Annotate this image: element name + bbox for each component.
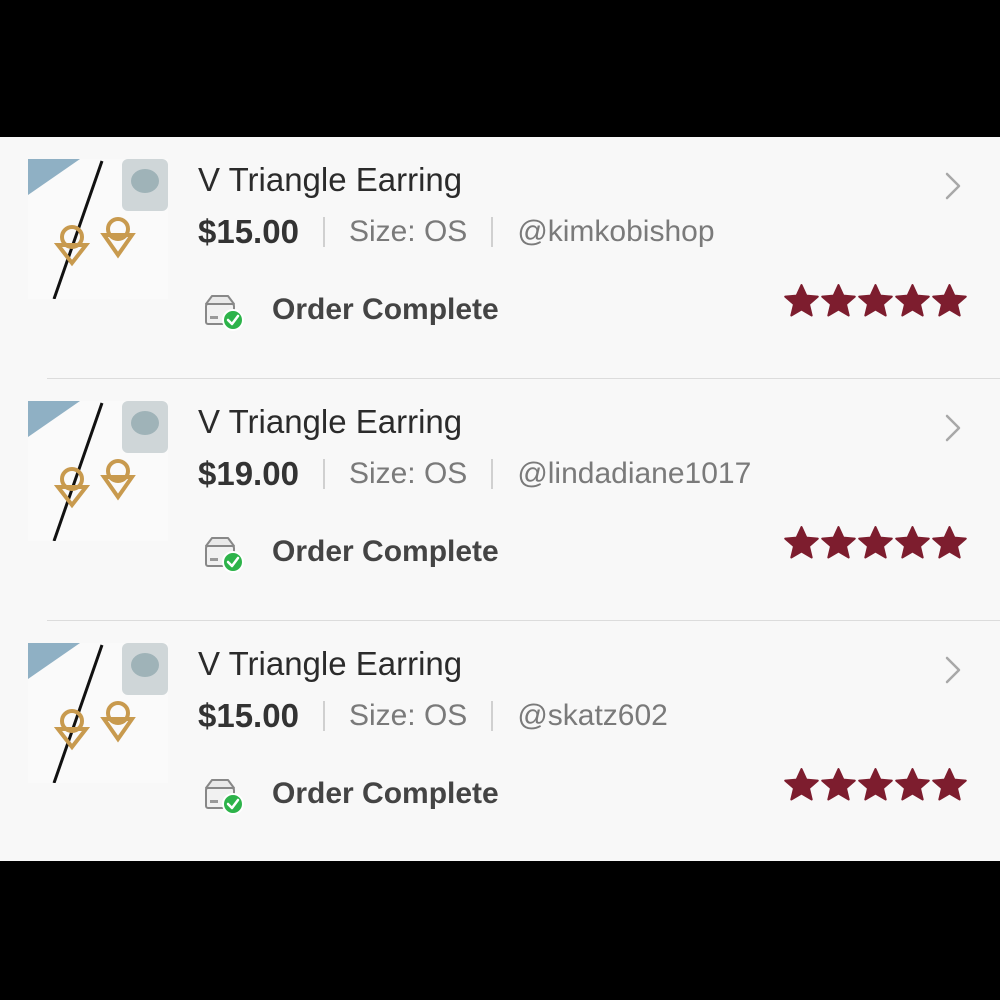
star-rating (783, 525, 968, 562)
star-icon (931, 767, 968, 804)
seller-username[interactable]: @lindadiane1017 (517, 457, 751, 491)
meta-separator (322, 459, 325, 489)
star-icon (820, 767, 857, 804)
chevron-right-icon[interactable] (940, 413, 966, 443)
product-title[interactable]: V Triangle Earring (198, 645, 462, 683)
meta-separator (491, 217, 494, 247)
order-row[interactable]: V Triangle Earring $15.00 Size: OS @skat… (0, 621, 1000, 861)
order-status: Order Complete (272, 777, 499, 810)
order-status: Order Complete (272, 535, 499, 568)
product-title[interactable]: V Triangle Earring (198, 403, 462, 441)
chevron-right-icon[interactable] (940, 655, 966, 685)
order-row[interactable]: V Triangle Earring $19.00 Size: OS @lind… (0, 379, 1000, 621)
star-icon (894, 767, 931, 804)
star-rating (783, 767, 968, 804)
chevron-right-icon[interactable] (940, 171, 966, 201)
star-rating (783, 283, 968, 320)
star-icon (857, 283, 894, 320)
meta-separator (491, 459, 494, 489)
star-icon (857, 767, 894, 804)
star-icon (894, 525, 931, 562)
star-icon (894, 283, 931, 320)
product-title[interactable]: V Triangle Earring (198, 161, 462, 199)
order-size: Size: OS (348, 699, 468, 732)
seller-username[interactable]: @kimkobishop (517, 215, 714, 249)
package-check-icon (202, 776, 244, 816)
seller-username[interactable]: @skatz602 (517, 699, 668, 733)
order-status: Order Complete (272, 293, 499, 326)
order-row[interactable]: V Triangle Earring $15.00 Size: OS @kimk… (0, 137, 1000, 379)
star-icon (820, 283, 857, 320)
star-icon (931, 525, 968, 562)
product-thumbnail[interactable] (28, 401, 168, 541)
order-price: $19.00 (198, 455, 299, 492)
star-icon (857, 525, 894, 562)
star-icon (783, 283, 820, 320)
earring-photo-icon (28, 401, 168, 541)
order-price: $15.00 (198, 697, 299, 734)
star-icon (783, 525, 820, 562)
package-check-icon (202, 292, 244, 332)
order-meta: $15.00 Size: OS @skatz602 (198, 697, 668, 735)
order-price: $15.00 (198, 213, 299, 250)
meta-separator (322, 701, 325, 731)
product-thumbnail[interactable] (28, 159, 168, 299)
star-icon (820, 525, 857, 562)
order-list-screen: V Triangle Earring $15.00 Size: OS @kimk… (0, 137, 1000, 861)
order-size: Size: OS (348, 457, 468, 490)
star-icon (783, 767, 820, 804)
package-check-icon (202, 534, 244, 574)
order-meta: $15.00 Size: OS @kimkobishop (198, 213, 715, 251)
order-meta: $19.00 Size: OS @lindadiane1017 (198, 455, 751, 493)
meta-separator (322, 217, 325, 247)
order-size: Size: OS (348, 215, 468, 248)
product-thumbnail[interactable] (28, 643, 168, 783)
earring-photo-icon (28, 643, 168, 783)
star-icon (931, 283, 968, 320)
meta-separator (491, 701, 494, 731)
earring-photo-icon (28, 159, 168, 299)
